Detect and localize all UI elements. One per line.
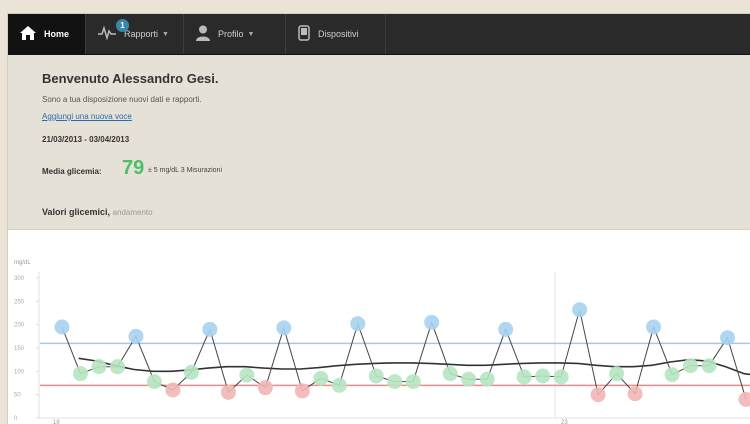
x-tick-label: 23	[561, 420, 568, 424]
reading-point-high	[54, 319, 70, 335]
reading-point-high	[128, 328, 144, 344]
reading-point-high	[424, 314, 440, 330]
device-icon	[298, 25, 310, 43]
nav-reports[interactable]: Rapporti ▼	[86, 14, 184, 54]
chart-section-title-text: Valori glicemici,	[42, 207, 111, 217]
reading-point-normal	[109, 359, 125, 375]
reading-point-low	[738, 391, 750, 407]
nav-devices[interactable]: Dispositivi	[286, 14, 386, 54]
reading-point-normal	[91, 359, 107, 375]
nav-home-label: Home	[44, 29, 70, 39]
reading-point-normal	[183, 364, 199, 380]
reading-point-normal	[553, 369, 569, 385]
notification-badge: 1	[116, 19, 129, 32]
reading-point-normal	[387, 374, 403, 390]
reading-point-normal	[146, 374, 162, 390]
y-tick-label: 150	[14, 346, 25, 352]
user-icon	[196, 25, 210, 43]
reading-point-normal	[479, 371, 495, 387]
y-tick-label: 100	[14, 369, 25, 375]
reading-point-low	[590, 387, 606, 403]
date-range: 21/03/2013 - 03/04/2013	[42, 135, 130, 144]
reading-point-high	[720, 330, 736, 346]
reading-point-high	[646, 319, 662, 335]
reading-point-normal	[664, 367, 680, 383]
chart-section-title: Valori glicemici, andamento	[42, 207, 153, 217]
reading-point-low	[165, 382, 181, 398]
reading-point-normal	[239, 367, 255, 383]
reading-point-normal	[72, 366, 88, 382]
reading-point-low	[294, 383, 310, 399]
nav-home[interactable]: Home	[8, 14, 86, 54]
glucose-chart: mg/dL 300 250 200 150 100 50 0 18 23	[8, 230, 750, 424]
y-tick-label: 250	[14, 299, 25, 305]
welcome-subtitle: Sono a tua disposizione nuovi dati e rap…	[42, 95, 202, 104]
x-tick-label: 18	[53, 420, 60, 424]
average-glucose-value: 79	[122, 157, 145, 179]
app-window: Home Rapporti ▼ Profilo ▼ Dispositivi 1 …	[8, 14, 750, 424]
reading-point-normal	[442, 366, 458, 382]
average-glucose-unit: ± 5 mg/dL 3 Misurazioni	[148, 167, 223, 174]
y-tick-label: 50	[14, 393, 21, 399]
reading-point-normal	[516, 369, 532, 385]
add-entry-link[interactable]: Aggiungi una nuova voce	[42, 112, 132, 121]
chart-pulse-icon	[98, 25, 116, 42]
y-axis-label: mg/dL	[14, 260, 31, 266]
chevron-down-icon: ▼	[162, 30, 169, 38]
trend-line	[78, 357, 750, 376]
reading-point-high	[498, 321, 514, 337]
reading-point-normal	[683, 358, 699, 374]
y-tick-label: 200	[14, 323, 25, 329]
reading-point-normal	[405, 374, 421, 390]
chevron-down-icon: ▼	[247, 30, 255, 38]
chart-section-subtitle: andamento	[112, 208, 153, 217]
reading-point-normal	[609, 366, 625, 382]
glucose-chart-svg: mg/dL 300 250 200 150 100 50 0 18 23	[14, 260, 750, 424]
reading-point-normal	[313, 370, 329, 386]
reading-point-low	[257, 380, 273, 396]
reading-point-normal	[368, 368, 384, 384]
reading-point-high	[202, 321, 218, 337]
reading-point-normal	[701, 358, 717, 374]
nav-profile-label: Profilo	[218, 29, 244, 39]
reading-point-high	[350, 316, 366, 332]
y-tick-label: 300	[14, 276, 25, 282]
y-tick-label: 0	[14, 416, 18, 422]
reading-point-normal	[331, 377, 347, 393]
top-navbar: Home Rapporti ▼ Profilo ▼ Dispositivi 1	[8, 14, 750, 55]
page-title: Benvenuto Alessandro Gesi.	[42, 71, 219, 86]
nav-devices-label: Dispositivi	[318, 29, 359, 39]
reading-point-high	[276, 320, 292, 336]
nav-profile[interactable]: Profilo ▼	[184, 14, 286, 54]
reading-point-high	[572, 302, 588, 318]
reading-point-low	[220, 384, 236, 400]
nav-reports-label: Rapporti	[124, 29, 159, 39]
home-icon	[20, 26, 36, 42]
reading-point-low	[627, 386, 643, 402]
reading-point-normal	[535, 368, 551, 384]
average-glucose-label: Media glicemia:	[42, 167, 102, 176]
dashboard-header: Benvenuto Alessandro Gesi. Sono a tua di…	[8, 55, 750, 230]
reading-point-normal	[461, 371, 477, 387]
